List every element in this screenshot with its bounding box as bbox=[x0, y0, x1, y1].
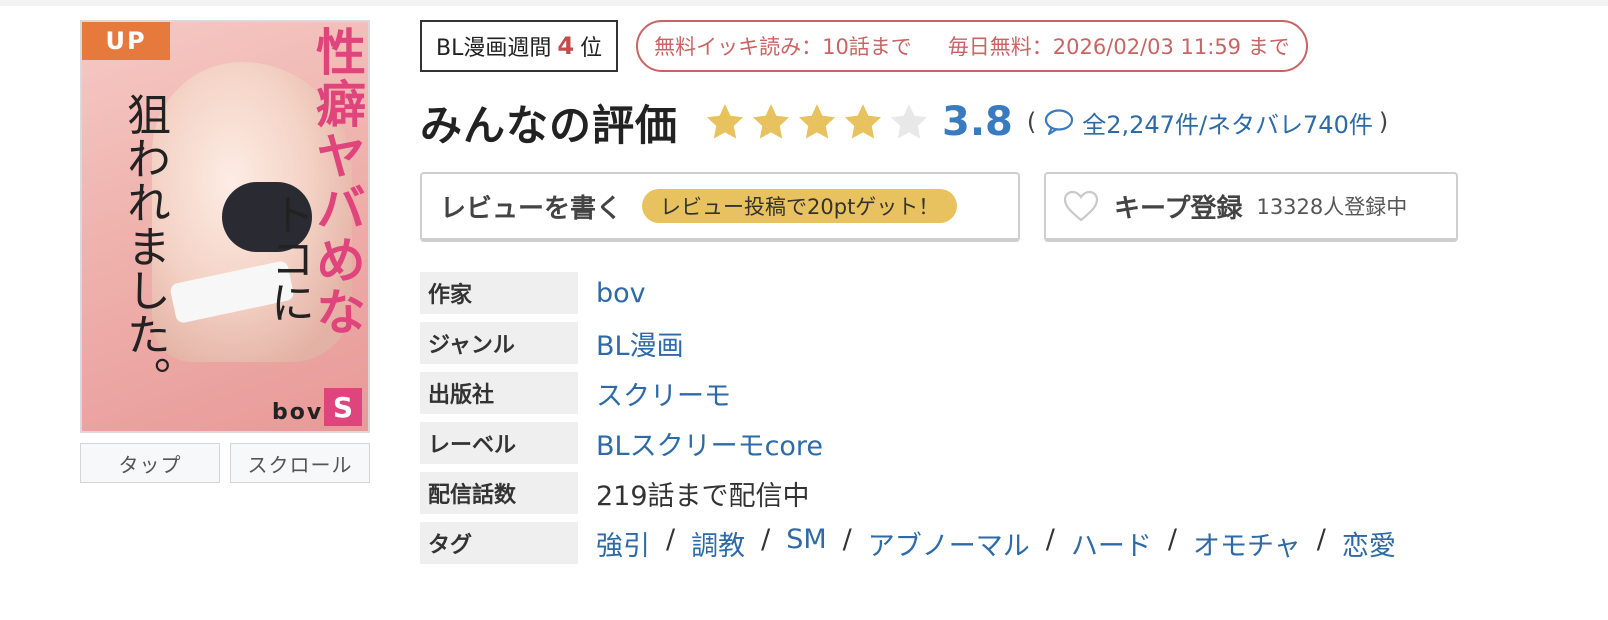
tag-separator: / bbox=[1045, 523, 1055, 555]
daily-free-text: 毎日無料：2026/02/03 11:59 まで bbox=[947, 35, 1290, 59]
tag-link[interactable]: ハード bbox=[1071, 524, 1152, 563]
tag-link[interactable]: 恋愛 bbox=[1342, 524, 1396, 563]
tag-separator: / bbox=[761, 523, 771, 555]
info-row-episodes: 配信話数 219話まで配信中 bbox=[420, 472, 1590, 514]
review-count-link[interactable]: 全2,247件/ネタバレ740件 bbox=[1082, 105, 1373, 140]
info-key-publisher: 出版社 bbox=[420, 372, 578, 414]
rating-title: みんなの評価 bbox=[420, 100, 679, 150]
close-paren: ) bbox=[1378, 108, 1389, 136]
tag-separator: / bbox=[666, 523, 676, 555]
tag-link[interactable]: 強引 bbox=[596, 524, 650, 563]
reader-mode-buttons: タップ スクロール bbox=[80, 443, 370, 483]
label-link[interactable]: BLスクリーモcore bbox=[596, 424, 823, 463]
publisher-logo: S bbox=[324, 388, 362, 426]
tag-separator: / bbox=[842, 523, 852, 555]
keep-count: 13328人登録中 bbox=[1256, 195, 1408, 219]
write-review-button[interactable]: レビューを書く レビュー投稿で20ptゲット！ bbox=[420, 172, 1020, 242]
author-link[interactable]: bov bbox=[596, 278, 646, 309]
tag-link[interactable]: 調教 bbox=[691, 524, 745, 563]
cover-panel: 性癖ヤバめな トコに 狙われました。 bov S UP タップ スクロール bbox=[80, 20, 370, 483]
info-row-publisher: 出版社 スクリーモ bbox=[420, 372, 1590, 414]
info-key-genre: ジャンル bbox=[420, 322, 578, 364]
star-filled-icon bbox=[752, 104, 790, 139]
star-filled-icon bbox=[706, 104, 744, 139]
info-key-episodes: 配信話数 bbox=[420, 472, 578, 514]
scroll-mode-button[interactable]: スクロール bbox=[230, 443, 370, 483]
ranking-prefix: BL漫画週間 bbox=[436, 36, 552, 61]
tag-separator: / bbox=[1316, 523, 1326, 555]
cover-title-line3: 狙われました。 bbox=[119, 92, 170, 400]
info-row-author: 作家 bov bbox=[420, 272, 1590, 314]
action-row: レビューを書く レビュー投稿で20ptゲット！ キープ登録 13328人登録中 bbox=[420, 172, 1590, 242]
review-bonus-pill: レビュー投稿で20ptゲット！ bbox=[642, 189, 958, 223]
cover-author-mark: bov bbox=[272, 400, 324, 425]
info-row-tags: タグ 強引 / 調教 / SM / アブノーマル / ハード / オモチャ / 恋愛 bbox=[420, 522, 1590, 564]
open-paren: ( bbox=[1026, 108, 1037, 136]
ranking-suffix: 位 bbox=[580, 36, 603, 61]
publisher-link[interactable]: スクリーモ bbox=[596, 374, 731, 413]
info-key-tags: タグ bbox=[420, 522, 578, 564]
info-key-label: レーベル bbox=[420, 422, 578, 464]
rating-row: みんなの評価 3.8 ( 全2,247件/ネタバレ740件 ) bbox=[420, 82, 1590, 162]
tag-link[interactable]: アブノーマル bbox=[868, 524, 1030, 563]
cover-title-line2: トコに bbox=[263, 192, 314, 324]
tag-link[interactable]: SM bbox=[786, 524, 826, 563]
keep-label: キープ登録 bbox=[1114, 193, 1243, 224]
free-reading-badge: 無料イッキ読み：10話まで 毎日無料：2026/02/03 11:59 まで bbox=[636, 20, 1308, 72]
star-filled-icon bbox=[844, 104, 882, 139]
write-review-label: レビューを書く bbox=[440, 193, 623, 224]
up-badge: UP bbox=[82, 22, 170, 60]
info-row-label: レーベル BLスクリーモcore bbox=[420, 422, 1590, 464]
title-detail: BL漫画週間 4 位 無料イッキ読み：10話まで 毎日無料：2026/02/03… bbox=[420, 20, 1590, 572]
tap-mode-button[interactable]: タップ bbox=[80, 443, 220, 483]
speech-bubble-icon bbox=[1045, 109, 1074, 136]
tag-list: 強引 / 調教 / SM / アブノーマル / ハード / オモチャ / 恋愛 bbox=[596, 524, 1396, 563]
info-table: 作家 bov ジャンル BL漫画 出版社 スクリーモ レーベル BLスクリーモc… bbox=[420, 272, 1590, 564]
tag-separator: / bbox=[1167, 523, 1177, 555]
episodes-value: 219話まで配信中 bbox=[596, 480, 810, 512]
info-row-genre: ジャンル BL漫画 bbox=[420, 322, 1590, 364]
heart-icon bbox=[1063, 190, 1099, 222]
top-divider bbox=[0, 0, 1608, 6]
free-ikki-text: 無料イッキ読み：10話まで bbox=[654, 35, 912, 59]
genre-link[interactable]: BL漫画 bbox=[596, 324, 684, 363]
star-rating bbox=[704, 101, 930, 143]
tag-link[interactable]: オモチャ bbox=[1193, 524, 1301, 563]
cover-title-line1: 性癖ヤバめな bbox=[308, 26, 366, 338]
star-filled-icon bbox=[798, 104, 836, 139]
star-empty-icon bbox=[890, 104, 928, 139]
ranking-number: 4 bbox=[557, 32, 575, 60]
review-count: ( 全2,247件/ネタバレ740件 ) bbox=[1027, 105, 1388, 140]
badges-row: BL漫画週間 4 位 無料イッキ読み：10話まで 毎日無料：2026/02/03… bbox=[420, 20, 1590, 72]
rating-score: 3.8 bbox=[942, 99, 1013, 145]
info-key-author: 作家 bbox=[420, 272, 578, 314]
cover-image[interactable]: 性癖ヤバめな トコに 狙われました。 bov S UP bbox=[80, 20, 370, 433]
keep-button[interactable]: キープ登録 13328人登録中 bbox=[1044, 172, 1458, 242]
ranking-badge[interactable]: BL漫画週間 4 位 bbox=[420, 20, 619, 72]
